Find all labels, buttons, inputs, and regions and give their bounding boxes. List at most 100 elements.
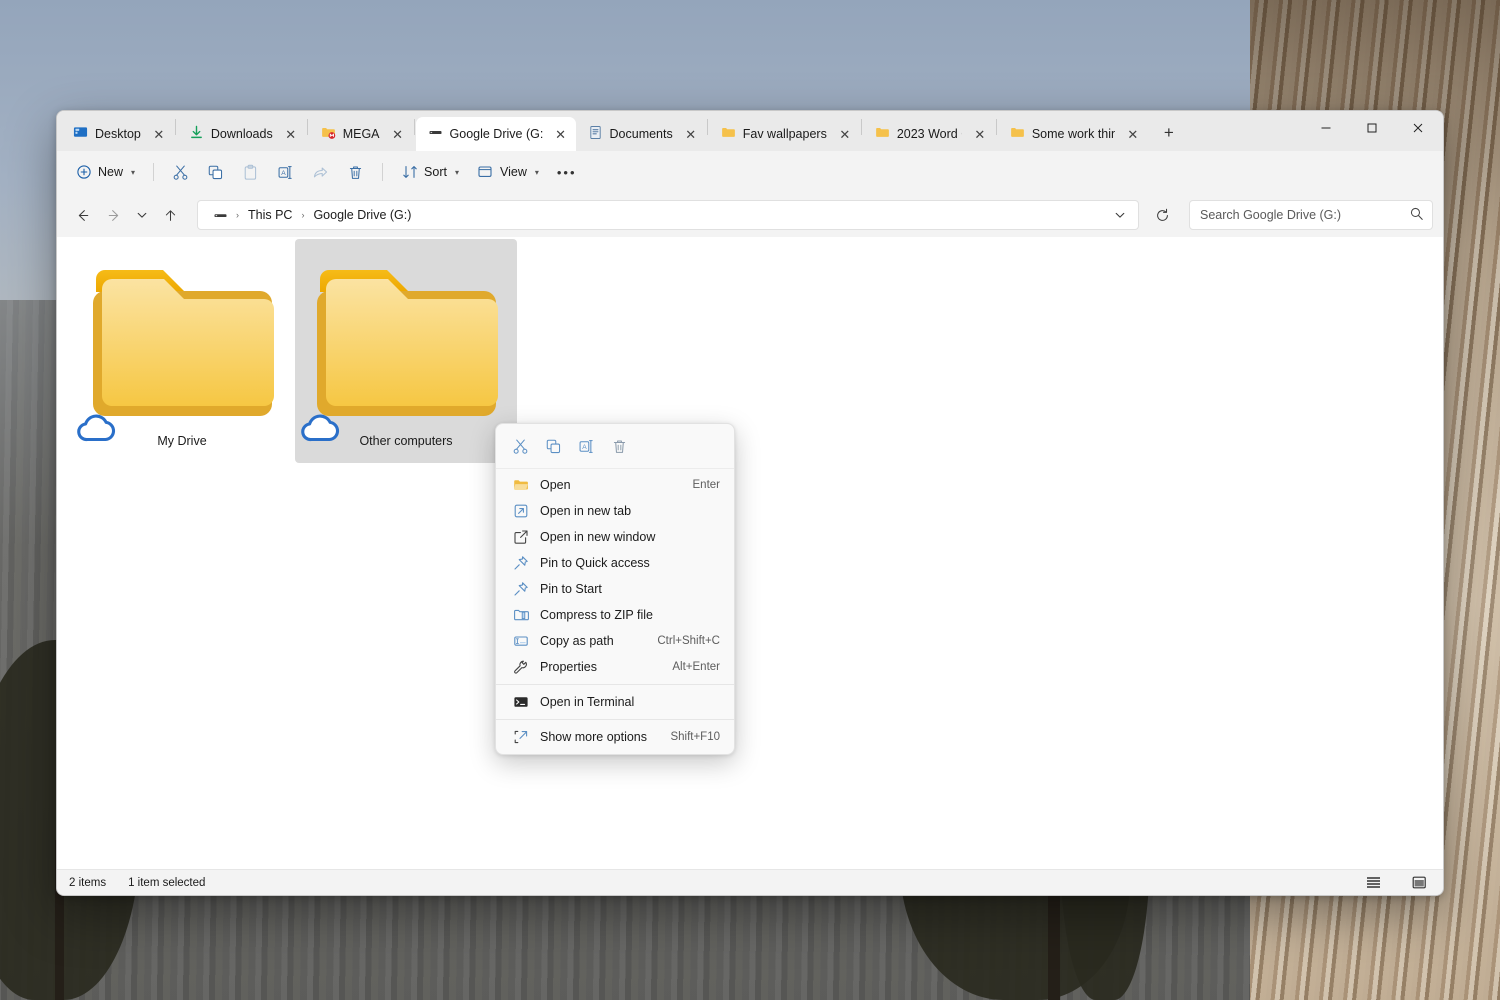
breadcrumb-separator: › [236,210,239,220]
tab-divider [413,119,415,135]
tab-label: 2023 Word Game Pa [896,127,962,141]
context-menu-item-label: Open in new window [540,530,656,544]
context-menu-item-open-in-terminal[interactable]: Open in Terminal [500,689,730,715]
more-options-label: ••• [556,164,577,180]
tab-close-button[interactable]: ✕ [969,123,991,145]
tab-label: Some work things [1031,127,1115,141]
paste-icon [242,164,259,181]
download-icon [189,125,204,143]
toolbar-divider [382,163,384,181]
tab-mega[interactable]: MEGA ✕ [309,117,413,151]
context-menu-item-label: Pin to Quick access [540,556,650,570]
tab-label: Desktop [95,127,141,141]
sort-button[interactable]: Sort ▾ [393,157,467,187]
tab-close-button[interactable]: ✕ [834,123,856,145]
search-input-text: Search Google Drive (G:) [1200,208,1342,222]
search-input[interactable]: Search Google Drive (G:) [1189,200,1433,230]
context-menu-item-show-more-options[interactable]: Show more options Shift+F10 [500,724,730,750]
context-menu-item-open-in-new-window[interactable]: Open in new window [500,524,730,550]
tab-close-button[interactable]: ✕ [1122,123,1144,145]
chevron-down-icon: ▾ [131,167,136,177]
copy-icon[interactable] [537,431,570,461]
context-menu-item-properties[interactable]: Properties Alt+Enter [500,654,730,680]
new-tab-button[interactable]: + [1154,118,1184,148]
file-item-my-drive[interactable]: My Drive [71,239,293,463]
tab-close-button[interactable]: ✕ [680,123,702,145]
tab-some-work-things[interactable]: Some work things ✕ [998,117,1148,151]
tab-documents[interactable]: Documents ✕ [576,117,706,151]
context-menu-item-copy-as-path[interactable]: Copy as path Ctrl+Shift+C [500,628,730,654]
copy-button[interactable] [199,157,232,187]
details-view-icon[interactable] [1361,873,1385,893]
forward-button[interactable] [99,200,129,230]
share-icon [312,164,329,181]
rename-icon[interactable]: A [570,431,603,461]
search-icon [1409,206,1424,224]
share-button[interactable] [304,157,337,187]
file-list-area[interactable]: My Drive Other computers [57,237,1443,869]
up-button[interactable] [155,200,185,230]
paste-button[interactable] [234,157,267,187]
context-menu-item-accel: Ctrl+Shift+C [657,635,720,647]
tab-label: Google Drive (G:) [449,127,543,141]
tab-close-button[interactable]: ✕ [550,123,572,145]
title-bar: Desktop ✕ Downloads ✕ MEGA ✕ Google Driv… [57,111,1443,151]
breadcrumb-google-drive[interactable]: Google Drive (G:) [308,206,416,224]
copy-path-icon [512,632,530,650]
new-button[interactable]: New ▾ [67,157,143,187]
maximize-button[interactable] [1349,111,1395,145]
view-button[interactable]: View ▾ [469,157,547,187]
rename-icon: A [277,164,294,181]
back-button[interactable] [67,200,97,230]
plus-circle-icon [75,164,92,181]
svg-text:A: A [281,169,286,176]
more-options-button[interactable]: ••• [549,157,585,187]
address-bar[interactable]: › This PC › Google Drive (G:) [197,200,1139,230]
window-controls [1303,111,1443,151]
context-menu-item-pin-to-start[interactable]: Pin to Start [500,576,730,602]
file-explorer-window: Desktop ✕ Downloads ✕ MEGA ✕ Google Driv… [56,110,1444,896]
tab-desktop[interactable]: Desktop ✕ [61,117,174,151]
folder-icon [721,125,736,143]
breadcrumb-this-pc[interactable]: This PC [243,206,297,224]
context-menu-item-open[interactable]: Open Enter [500,472,730,498]
context-menu-item-pin-to-quick-access[interactable]: Pin to Quick access [500,550,730,576]
context-menu-item-compress-to-zip[interactable]: Compress to ZIP file [500,602,730,628]
context-menu-item-open-in-new-tab[interactable]: Open in new tab [500,498,730,524]
context-menu-separator [496,684,734,685]
svg-text:A: A [582,443,587,450]
cut-button[interactable] [164,157,197,187]
tab-divider [860,119,862,135]
delete-icon[interactable] [603,431,636,461]
wrench-icon [512,658,530,676]
recent-locations-button[interactable] [131,200,153,230]
tab-2023-word-game[interactable]: 2023 Word Game Pa ✕ [863,117,995,151]
tab-close-button[interactable]: ✕ [280,123,302,145]
pin-icon [512,580,530,598]
tab-downloads[interactable]: Downloads ✕ [177,117,306,151]
close-button[interactable] [1395,111,1441,145]
chevron-down-icon[interactable] [1108,203,1132,227]
desktop-wallpaper: Desktop ✕ Downloads ✕ MEGA ✕ Google Driv… [0,0,1500,1000]
delete-button[interactable] [339,157,372,187]
large-icons-view-icon[interactable] [1407,873,1431,893]
tab-divider [306,119,308,135]
tab-google-drive[interactable]: Google Drive (G:) ✕ [415,117,576,151]
file-item-label: Other computers [359,434,453,448]
minimize-button[interactable] [1303,111,1349,145]
tab-close-button[interactable]: ✕ [387,123,409,145]
terminal-icon [512,693,530,711]
refresh-button[interactable] [1147,200,1177,230]
monitor-icon [73,125,88,143]
file-item-other-computers[interactable]: Other computers [295,239,517,463]
copy-icon [207,164,224,181]
folder-badge-icon [321,125,336,143]
tab-fav-wallpapers[interactable]: Fav wallpapers ✕ [709,117,860,151]
selection-count-label: 1 item selected [128,876,206,889]
rename-button[interactable]: A [269,157,302,187]
tab-label: Downloads [210,127,273,141]
context-menu[interactable]: A Open Enter Open in new tab Open in new… [495,423,735,755]
tab-close-button[interactable]: ✕ [148,123,170,145]
cut-icon[interactable] [504,431,537,461]
more-options-icon [512,728,530,746]
